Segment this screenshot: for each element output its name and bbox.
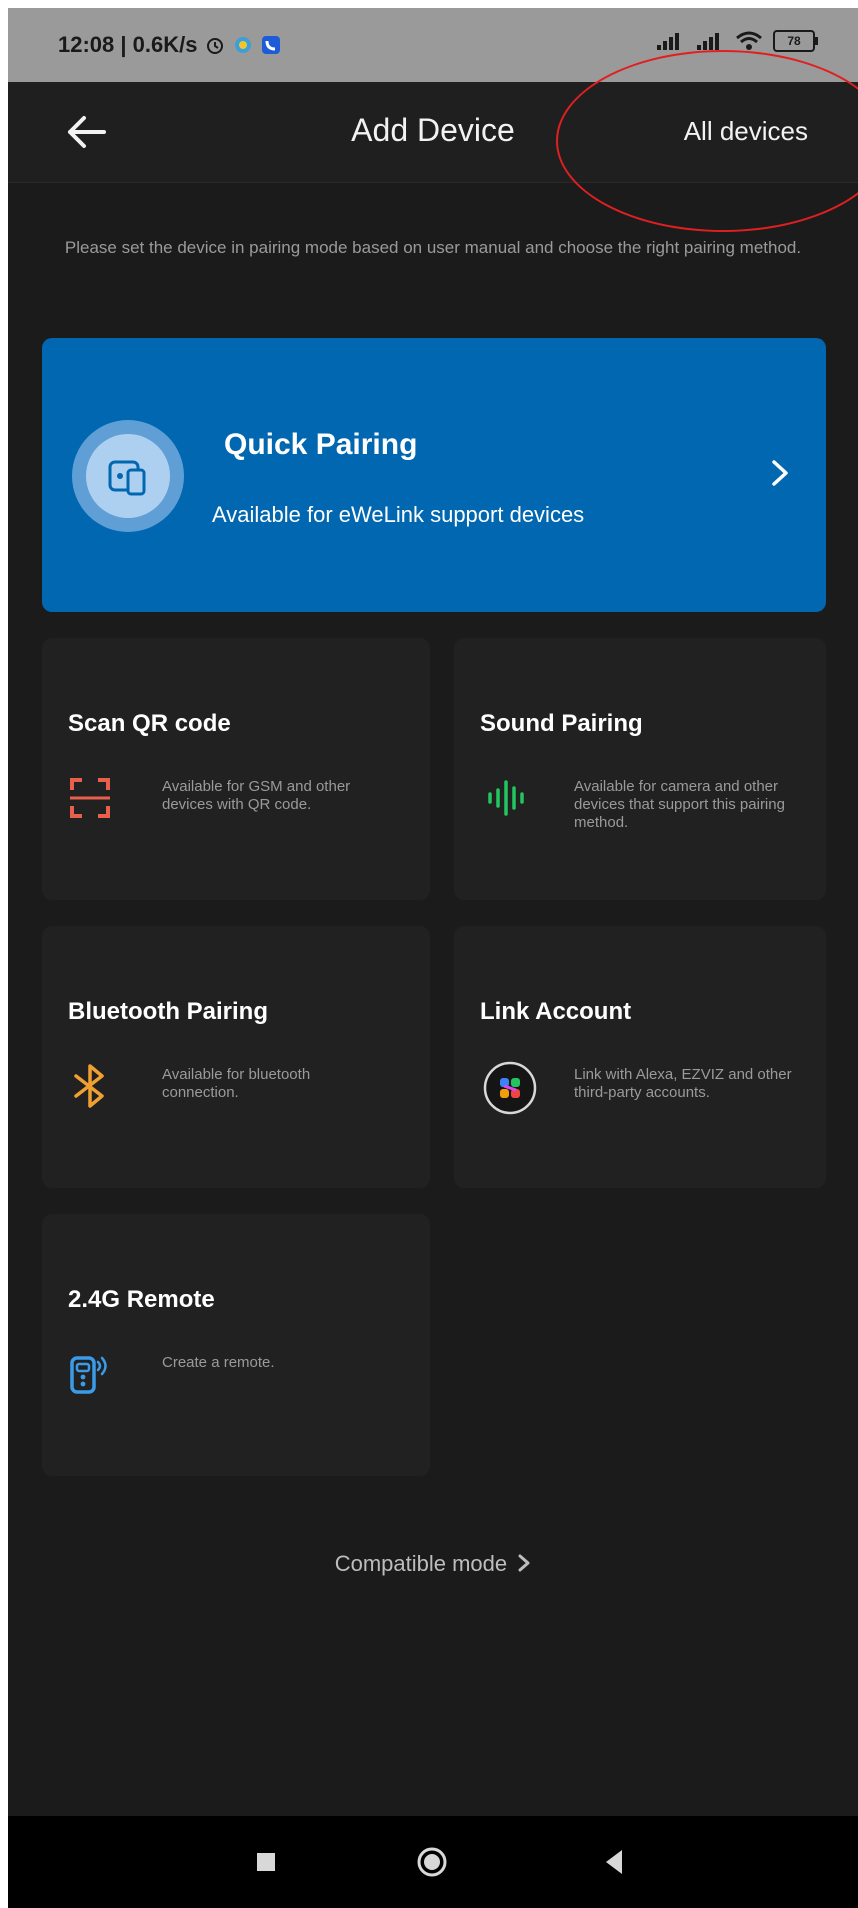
card-description: Link with Alexa, EZVIZ and other third-p… <box>574 1066 792 1101</box>
quick-pairing-card[interactable]: Quick Pairing Available for eWeLink supp… <box>42 338 826 612</box>
wifi-icon <box>736 31 762 50</box>
compatible-mode-label: Compatible mode <box>334 1551 508 1576</box>
status-time-speed: 12:08 | 0.6K/s <box>58 32 198 57</box>
bluetooth-icon <box>74 1064 104 1108</box>
phone-screen: 12:08 | 0.6K/s 78 Add Device All devices… <box>8 8 858 1908</box>
all-devices-link[interactable]: All devices <box>684 116 808 147</box>
compatible-mode-link[interactable]: Compatible mode <box>8 1551 858 1577</box>
qr-scan-icon <box>70 778 110 818</box>
card-title: Sound Pairing <box>480 710 643 737</box>
status-right: 78 <box>655 30 818 52</box>
remote-card[interactable]: 2.4G Remote Create a remote. <box>42 1214 430 1476</box>
app-header: Add Device All devices <box>8 82 858 183</box>
battery-level: 78 <box>773 30 815 52</box>
card-title: Link Account <box>480 998 632 1025</box>
chevron-right-icon <box>772 460 788 486</box>
card-description: Available for bluetooth connection. <box>162 1066 311 1101</box>
phone-app-icon <box>262 36 281 54</box>
link-account-card[interactable]: Link Account Link with Alexa, EZVIZ and … <box>454 926 826 1188</box>
instruction-text: Please set the device in pairing mode ba… <box>64 238 802 257</box>
quick-pairing-subtitle: Available for eWeLink support devices <box>212 502 585 527</box>
status-left: 12:08 | 0.6K/s <box>58 32 281 58</box>
card-description: Available for camera and other devices t… <box>574 778 785 831</box>
card-title: Bluetooth Pairing <box>68 998 268 1025</box>
quick-pairing-icon <box>72 420 184 532</box>
sound-wave-icon <box>488 780 524 816</box>
bluetooth-pairing-card[interactable]: Bluetooth Pairing Available for bluetoot… <box>42 926 430 1188</box>
card-description: Create a remote. <box>162 1354 275 1371</box>
chevron-right-icon <box>518 1554 530 1572</box>
card-title: Scan QR code <box>68 710 231 737</box>
scan-qr-card[interactable]: Scan QR code Available for GSM and other… <box>42 638 430 900</box>
app-notification-icon <box>235 37 252 53</box>
battery-icon: 78 <box>773 30 818 52</box>
status-bar: 12:08 | 0.6K/s 78 <box>8 8 858 82</box>
card-title: 2.4G Remote <box>68 1286 215 1313</box>
back-button[interactable] <box>594 1842 634 1882</box>
recent-apps-button[interactable] <box>246 1842 286 1882</box>
signal-icon-2 <box>697 33 719 50</box>
card-description: Available for GSM and other devices with… <box>162 778 351 813</box>
home-button[interactable] <box>412 1842 452 1882</box>
alarm-icon <box>207 38 224 54</box>
link-account-icon <box>483 1061 537 1115</box>
remote-icon <box>70 1356 107 1394</box>
quick-pairing-title: Quick Pairing <box>224 428 418 461</box>
system-nav-bar <box>8 1816 858 1908</box>
signal-icon <box>657 33 679 50</box>
sound-pairing-card[interactable]: Sound Pairing Available for camera and o… <box>454 638 826 900</box>
